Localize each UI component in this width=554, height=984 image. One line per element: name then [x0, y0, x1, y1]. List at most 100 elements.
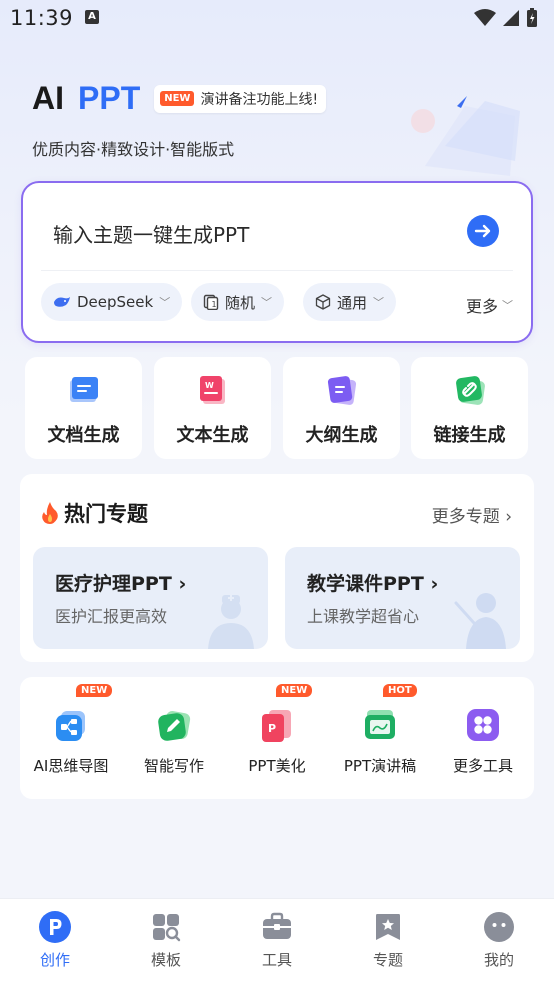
generate-button[interactable] [467, 215, 499, 247]
gen-label: 链接生成 [433, 425, 506, 446]
hot-topics-title: 热门专题 [40, 498, 148, 528]
topic-subtitle: 上课教学超省心 [307, 607, 420, 626]
notification-icon: A [85, 10, 99, 24]
pen-icon [158, 711, 191, 741]
more-options-label: 更多 [465, 297, 498, 316]
topic-title-text: 医疗护理PPT [55, 573, 172, 595]
nav-tools[interactable]: 工具 [222, 899, 332, 984]
tool-more[interactable]: 更多工具 [432, 677, 534, 799]
nav-label: 专题 [372, 951, 403, 969]
chevron-right-icon: › [430, 573, 439, 595]
status-icons [474, 8, 538, 28]
link-icon [456, 376, 485, 405]
announcement-badge[interactable]: NEW 演讲备注功能上线! [154, 84, 327, 113]
toolbox-icon [263, 912, 291, 939]
teacher-illustration-icon [454, 593, 506, 649]
model-select[interactable]: DeepSeek ﹀ [41, 283, 183, 321]
svg-text:W: W [205, 381, 214, 390]
tool-label: PPT演讲稿 [343, 757, 417, 775]
arrow-right-icon [474, 224, 491, 238]
tool-label: 更多工具 [452, 757, 513, 775]
tool-label: 智能写作 [143, 757, 204, 775]
hero-title-ppt: PPT [78, 80, 141, 116]
flame-icon [42, 502, 58, 524]
topic-subtitle: 医护汇报更高效 [55, 607, 168, 626]
nav-profile[interactable]: 我的 [444, 899, 554, 984]
chevron-right-icon: › [178, 573, 187, 595]
tool-ppt-beautify[interactable]: NEW P PPT美化 [226, 677, 328, 799]
hero-title-ai: AI [32, 80, 64, 116]
chevron-down-icon: ﹀ [261, 296, 273, 309]
gen-label: 文本生成 [176, 425, 249, 446]
mindmap-icon [56, 711, 85, 741]
text-doc-icon: W [200, 376, 225, 404]
tool-mindmap[interactable]: NEW AI思维导图 [20, 677, 122, 799]
text-generate-card[interactable]: W 文本生成 [154, 357, 271, 459]
hero-decoration-icon [411, 96, 520, 176]
gen-label: 大纲生成 [305, 425, 378, 446]
chevron-down-icon: ﹀ [373, 296, 385, 309]
signal-icon [503, 10, 519, 26]
new-tag: NEW [160, 91, 195, 106]
tool-speech[interactable]: HOT PPT演讲稿 [329, 677, 431, 799]
document-icon [70, 377, 98, 402]
nav-label: 工具 [261, 951, 292, 969]
more-options-button[interactable]: 更多 ﹀ [466, 293, 513, 317]
status-bar: 11:39 A [0, 0, 554, 40]
topics-icon [376, 914, 400, 940]
model-select-label: DeepSeek [77, 293, 154, 311]
nav-label: 模板 [150, 951, 181, 969]
style-select-label: 通用 [337, 293, 368, 312]
new-badge: NEW [276, 684, 313, 697]
more-tools-icon [467, 709, 499, 741]
svg-text:P: P [268, 722, 276, 735]
outline-generate-card[interactable]: 大纲生成 [283, 357, 400, 459]
topic-title: 教学课件PPT › [307, 569, 438, 596]
nav-label: 创作 [39, 951, 70, 969]
topic-card-medical[interactable]: 医疗护理PPT › 医护汇报更高效 [33, 547, 268, 649]
profile-icon [484, 912, 514, 942]
more-topics-link[interactable]: 更多专题 › [432, 502, 512, 527]
gen-label: 文档生成 [47, 425, 120, 446]
nav-create[interactable]: 创作 [0, 899, 110, 984]
nurse-illustration-icon [208, 595, 254, 649]
hot-topics-title-text: 热门专题 [64, 502, 148, 526]
more-topics-label: 更多专题 [431, 507, 500, 527]
whale-icon [54, 297, 70, 307]
bottom-nav: 创作 模板 工具 专题 我的 [0, 898, 554, 984]
tool-writing[interactable]: 智能写作 [123, 677, 225, 799]
hot-topics-section: 热门专题 更多专题 › 医疗护理PPT › 医护汇报更高效 教学课件PPT › … [20, 474, 534, 662]
nav-templates[interactable]: 模板 [111, 899, 221, 984]
topic-input[interactable]: 输入主题一键生成PPT [53, 219, 249, 248]
status-time: 11:39 [10, 6, 74, 30]
tool-label: PPT美化 [248, 757, 306, 775]
chevron-right-icon: › [505, 507, 512, 527]
tool-label: AI思维导图 [33, 757, 109, 775]
ppt-beautify-icon: P [262, 710, 291, 742]
topic-input-card: 输入主题一键生成PPT DeepSeek ﹀ 1 随机 ﹀ 通用 ﹀ 更多 ﹀ [21, 181, 533, 343]
document-generate-card[interactable]: 文档生成 [25, 357, 142, 459]
page-count-icon: 1 [203, 294, 219, 310]
chevron-down-icon: ﹀ [502, 299, 513, 312]
announcement-text: 演讲备注功能上线! [200, 91, 319, 108]
create-icon [39, 911, 71, 943]
speech-icon [365, 710, 395, 739]
style-select[interactable]: 通用 ﹀ [303, 283, 397, 321]
nav-label: 我的 [483, 951, 514, 969]
svg-text:1: 1 [212, 300, 217, 309]
tools-section: NEW AI思维导图 智能写作 NEW P PPT美化 HOT PPT演讲稿 更… [20, 677, 534, 799]
new-badge: NEW [76, 684, 113, 697]
wifi-icon [474, 9, 496, 26]
outline-icon [327, 376, 357, 405]
nav-topics[interactable]: 专题 [333, 899, 443, 984]
page-count-label: 随机 [225, 293, 256, 312]
hero-title: AI PPT NEW 演讲备注功能上线! [32, 80, 327, 117]
topic-card-teaching[interactable]: 教学课件PPT › 上课教学超省心 [285, 547, 520, 649]
topic-title-text: 教学课件PPT [307, 573, 424, 595]
page-count-select[interactable]: 1 随机 ﹀ [191, 283, 285, 321]
cube-icon [315, 294, 331, 310]
chevron-down-icon: ﹀ [159, 296, 171, 309]
input-divider [41, 270, 513, 271]
link-generate-card[interactable]: 链接生成 [411, 357, 528, 459]
battery-icon [527, 8, 537, 27]
